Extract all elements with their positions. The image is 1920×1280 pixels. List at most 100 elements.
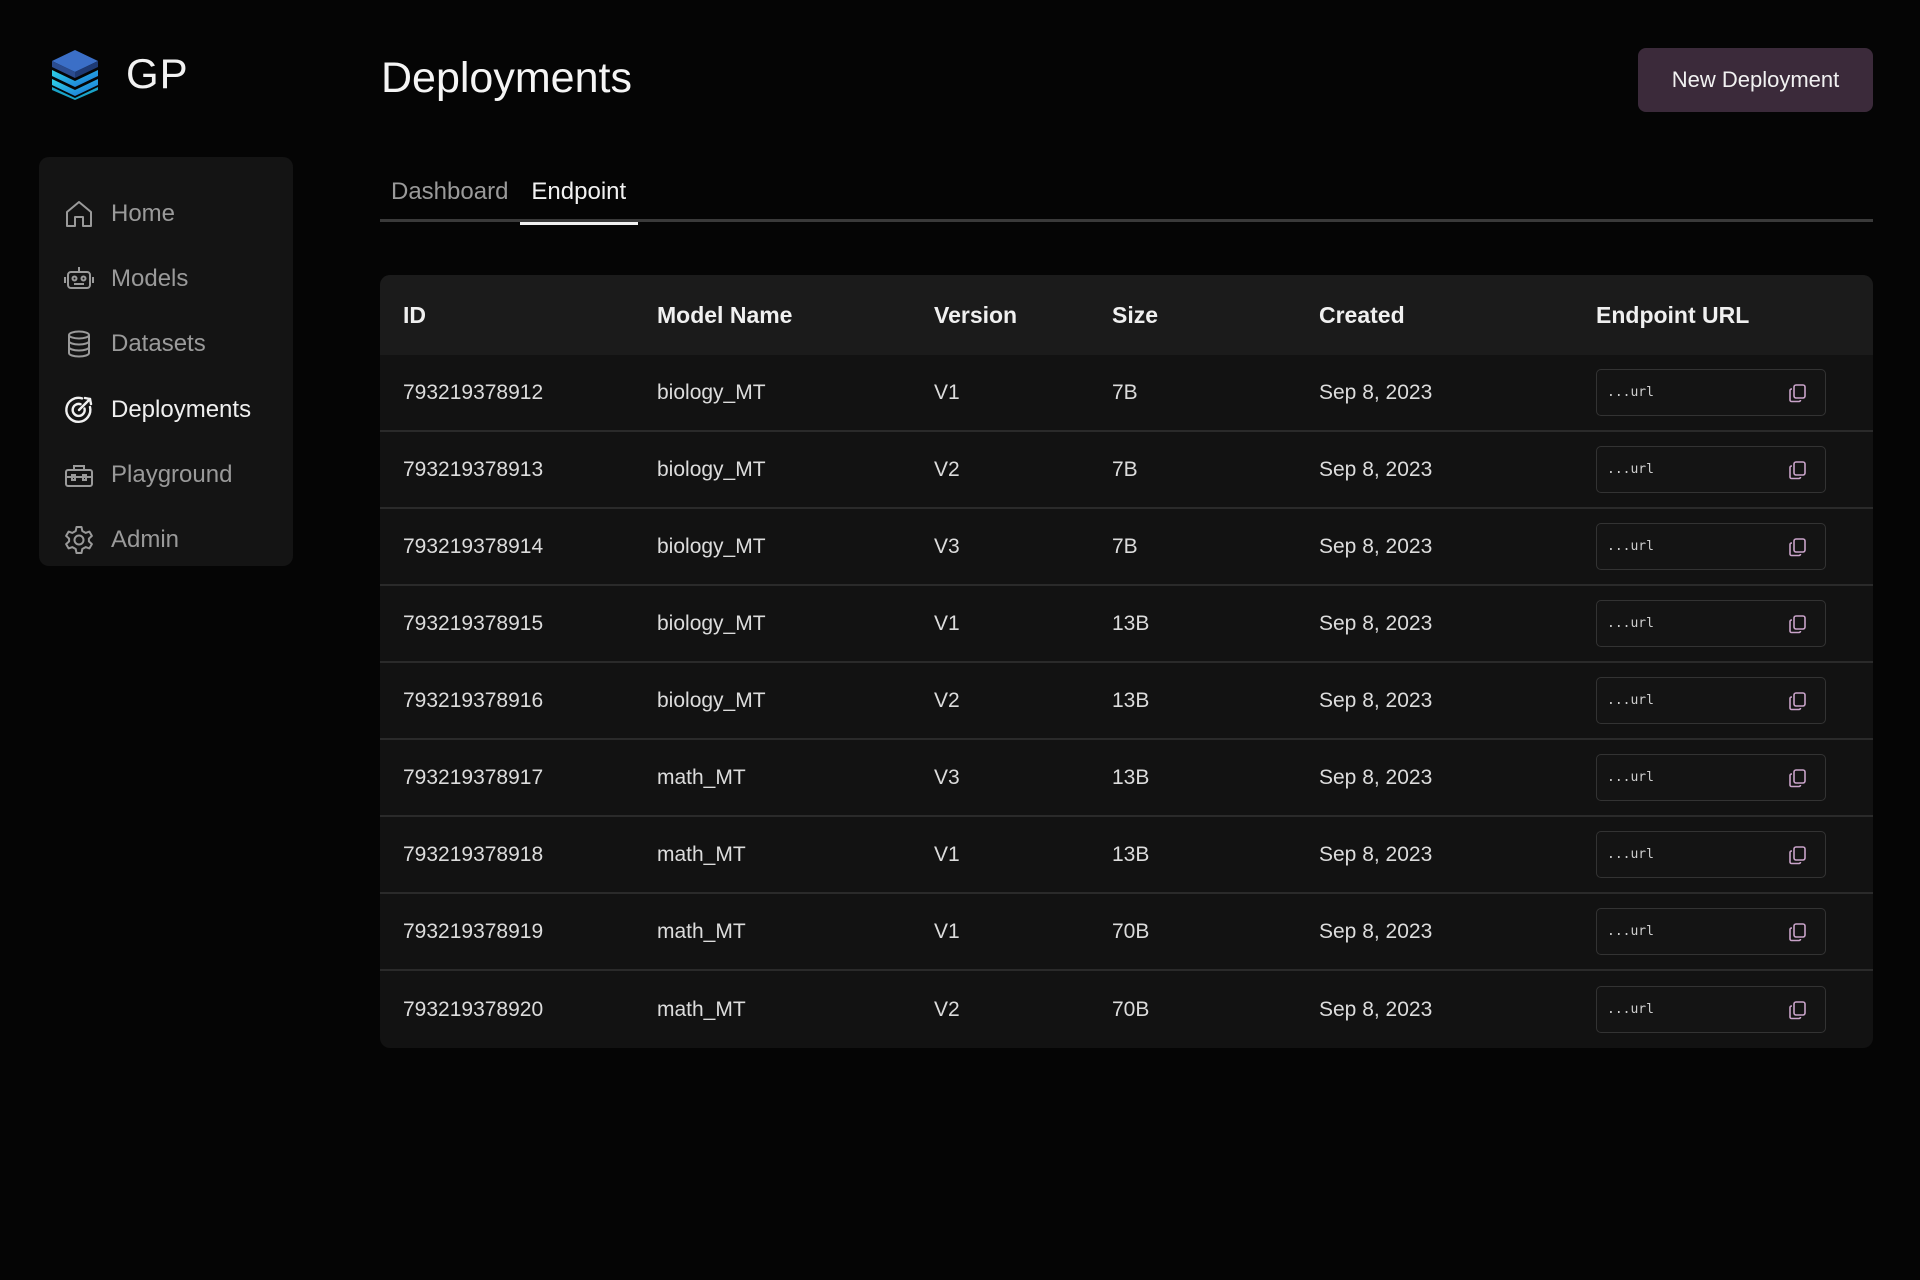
cell-version: V2 [934, 997, 960, 1021]
cell-size: 13B [1112, 611, 1150, 635]
column-header-model-name[interactable]: Model Name [657, 302, 934, 329]
endpoint-url-field[interactable]: ...url [1596, 446, 1826, 493]
table-row[interactable]: 793219378913 biology_MT V2 7B Sep 8, 202… [380, 432, 1873, 509]
sidebar-item-label: Models [111, 264, 189, 292]
cell-id: 793219378913 [403, 457, 544, 481]
cell-size: 7B [1112, 534, 1138, 558]
cell-id: 793219378915 [403, 611, 544, 635]
endpoint-url-field[interactable]: ...url [1596, 754, 1826, 801]
cell-version: V1 [934, 611, 960, 635]
endpoint-url-text: ...url [1607, 616, 1654, 631]
table-row[interactable]: 793219378918 math_MT V1 13B Sep 8, 2023 … [380, 817, 1873, 894]
cell-id: 793219378916 [403, 688, 544, 712]
cell-size: 70B [1112, 919, 1150, 943]
cell-endpoint-url: ...url [1596, 831, 1873, 878]
table-row[interactable]: 793219378912 biology_MT V1 7B Sep 8, 202… [380, 355, 1873, 432]
cell-size: 70B [1112, 997, 1150, 1021]
endpoint-url-field[interactable]: ...url [1596, 600, 1826, 647]
sidebar-item-label: Playground [111, 460, 233, 488]
table-row[interactable]: 793219378916 biology_MT V2 13B Sep 8, 20… [380, 663, 1873, 740]
cell-endpoint-url: ...url [1596, 908, 1873, 955]
home-icon [66, 200, 92, 227]
copy-icon[interactable] [1787, 459, 1809, 481]
endpoint-url-field[interactable]: ...url [1596, 831, 1826, 878]
sidebar-item-label: Admin [111, 526, 180, 554]
table-row[interactable]: 793219378915 biology_MT V1 13B Sep 8, 20… [380, 586, 1873, 663]
copy-icon[interactable] [1787, 844, 1809, 866]
cell-created: Sep 8, 2023 [1319, 997, 1433, 1021]
cell-model-name: biology_MT [657, 380, 766, 404]
cell-model-name: biology_MT [657, 611, 766, 635]
endpoint-url-field[interactable]: ...url [1596, 369, 1826, 416]
copy-icon[interactable] [1787, 690, 1809, 712]
deployments-table: ID Model Name Version Size Created Endpo… [380, 275, 1873, 1048]
column-header-endpoint-url[interactable]: Endpoint URL [1596, 302, 1873, 329]
sidebar-item-models[interactable]: Models [39, 246, 293, 311]
cell-version: V1 [934, 842, 960, 866]
table-row[interactable]: 793219378917 math_MT V3 13B Sep 8, 2023 … [380, 740, 1873, 817]
cell-id: 793219378912 [403, 380, 544, 404]
column-header-version[interactable]: Version [934, 302, 1112, 329]
tab-endpoint[interactable]: Endpoint [520, 170, 638, 225]
table-row[interactable]: 793219378920 math_MT V2 70B Sep 8, 2023 … [380, 971, 1873, 1048]
tab-bar: Dashboard Endpoint [380, 170, 1873, 225]
sidebar-item-admin[interactable]: Admin [39, 507, 293, 572]
copy-icon[interactable] [1787, 999, 1809, 1021]
endpoint-url-field[interactable]: ...url [1596, 523, 1826, 570]
cell-size: 13B [1112, 688, 1150, 712]
copy-icon[interactable] [1787, 767, 1809, 789]
endpoint-url-text: ...url [1607, 924, 1654, 939]
cell-created: Sep 8, 2023 [1319, 765, 1433, 789]
cell-id: 793219378917 [403, 765, 544, 789]
brand-logo[interactable]: GP [50, 48, 189, 100]
cell-created: Sep 8, 2023 [1319, 688, 1433, 712]
cell-endpoint-url: ...url [1596, 986, 1873, 1033]
gear-icon [65, 526, 93, 555]
cell-id: 793219378918 [403, 842, 544, 866]
database-icon [68, 330, 90, 358]
cell-model-name: biology_MT [657, 534, 766, 558]
copy-icon[interactable] [1787, 921, 1809, 943]
target-icon [65, 396, 93, 423]
cell-model-name: biology_MT [657, 457, 766, 481]
column-header-id[interactable]: ID [380, 302, 657, 329]
cell-endpoint-url: ...url [1596, 754, 1873, 801]
cell-created: Sep 8, 2023 [1319, 380, 1433, 404]
cell-version: V3 [934, 765, 960, 789]
cell-version: V3 [934, 534, 960, 558]
stacked-layers-icon [52, 50, 98, 100]
cell-id: 793219378919 [403, 919, 544, 943]
copy-icon[interactable] [1787, 613, 1809, 635]
table-row[interactable]: 793219378914 biology_MT V3 7B Sep 8, 202… [380, 509, 1873, 586]
cell-size: 13B [1112, 765, 1150, 789]
brand-name: GP [126, 50, 189, 97]
sidebar-item-deployments[interactable]: Deployments [39, 377, 293, 442]
sidebar-item-playground[interactable]: Playground [39, 442, 293, 507]
cell-model-name: biology_MT [657, 688, 766, 712]
column-header-size[interactable]: Size [1112, 302, 1319, 329]
endpoint-url-field[interactable]: ...url [1596, 986, 1826, 1033]
sidebar-item-home[interactable]: Home [39, 181, 293, 246]
cell-model-name: math_MT [657, 997, 746, 1021]
cell-created: Sep 8, 2023 [1319, 611, 1433, 635]
cell-version: V1 [934, 919, 960, 943]
cell-size: 13B [1112, 842, 1150, 866]
new-deployment-button[interactable]: New Deployment [1638, 48, 1873, 112]
table-body: 793219378912 biology_MT V1 7B Sep 8, 202… [380, 355, 1873, 1048]
sidebar-item-datasets[interactable]: Datasets [39, 312, 293, 377]
endpoint-url-text: ...url [1607, 462, 1654, 477]
table-row[interactable]: 793219378919 math_MT V1 70B Sep 8, 2023 … [380, 894, 1873, 971]
cell-endpoint-url: ...url [1596, 369, 1873, 416]
endpoint-url-field[interactable]: ...url [1596, 677, 1826, 724]
cell-created: Sep 8, 2023 [1319, 534, 1433, 558]
copy-icon[interactable] [1787, 536, 1809, 558]
endpoint-url-field[interactable]: ...url [1596, 908, 1826, 955]
cell-created: Sep 8, 2023 [1319, 842, 1433, 866]
column-header-created[interactable]: Created [1319, 302, 1596, 329]
robot-icon [64, 266, 94, 289]
cell-model-name: math_MT [657, 842, 746, 866]
endpoint-url-text: ...url [1607, 385, 1654, 400]
tab-dashboard[interactable]: Dashboard [380, 170, 520, 222]
cell-endpoint-url: ...url [1596, 677, 1873, 724]
copy-icon[interactable] [1787, 382, 1809, 404]
